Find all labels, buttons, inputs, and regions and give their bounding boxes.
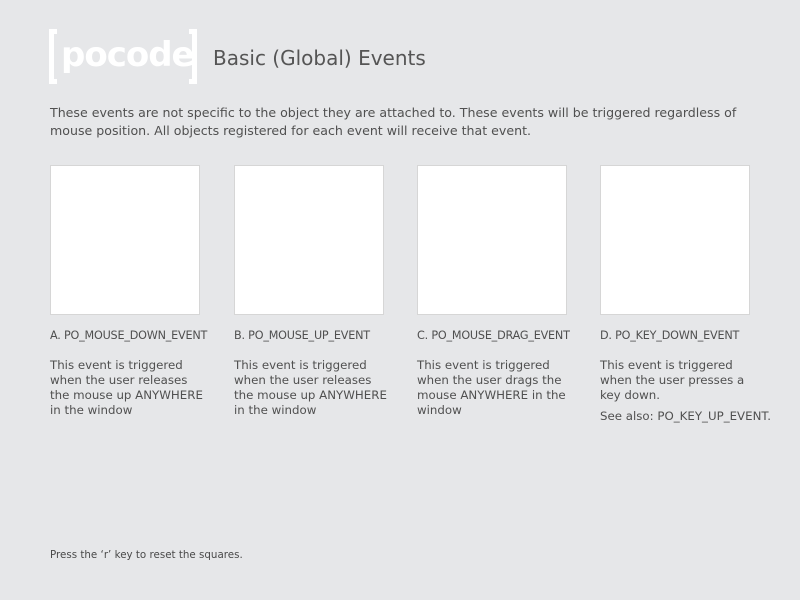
reset-hint: Press the ‘r’ key to reset the squares. bbox=[50, 549, 243, 561]
logo-right-bracket bbox=[189, 29, 197, 84]
logo-wordmark: pocode bbox=[61, 35, 195, 75]
event-label: D. PO_KEY_DOWN_EVENT bbox=[600, 329, 740, 342]
event-column-mouse-down: A. PO_MOUSE_DOWN_EVENT This event is tri… bbox=[50, 165, 220, 418]
logo-left-bracket bbox=[49, 29, 57, 84]
event-label: B. PO_MOUSE_UP_EVENT bbox=[234, 329, 370, 342]
intro-text: These events are not specific to the obj… bbox=[50, 105, 737, 138]
event-label: C. PO_MOUSE_DRAG_EVENT bbox=[417, 329, 570, 342]
event-square-mouse-up[interactable] bbox=[234, 165, 384, 315]
event-column-mouse-up: B. PO_MOUSE_UP_EVENT This event is trigg… bbox=[234, 165, 404, 418]
event-see-also: See also: PO_KEY_UP_EVENT. bbox=[600, 409, 771, 423]
event-label: A. PO_MOUSE_DOWN_EVENT bbox=[50, 329, 208, 342]
event-description: This event is triggered when the user re… bbox=[50, 358, 203, 417]
event-square-mouse-drag[interactable] bbox=[417, 165, 567, 315]
event-description: This event is triggered when the user dr… bbox=[417, 358, 566, 417]
event-column-mouse-drag: C. PO_MOUSE_DRAG_EVENT This event is tri… bbox=[417, 165, 587, 418]
event-square-key-down[interactable] bbox=[600, 165, 750, 315]
event-description: This event is triggered when the user re… bbox=[234, 358, 387, 417]
page-title: Basic (Global) Events bbox=[213, 46, 426, 70]
event-column-key-down: D. PO_KEY_DOWN_EVENT This event is trigg… bbox=[600, 165, 771, 424]
event-description: This event is triggered when the user pr… bbox=[600, 358, 745, 402]
event-square-mouse-down[interactable] bbox=[50, 165, 200, 315]
pocode-logo: pocode bbox=[49, 29, 197, 84]
